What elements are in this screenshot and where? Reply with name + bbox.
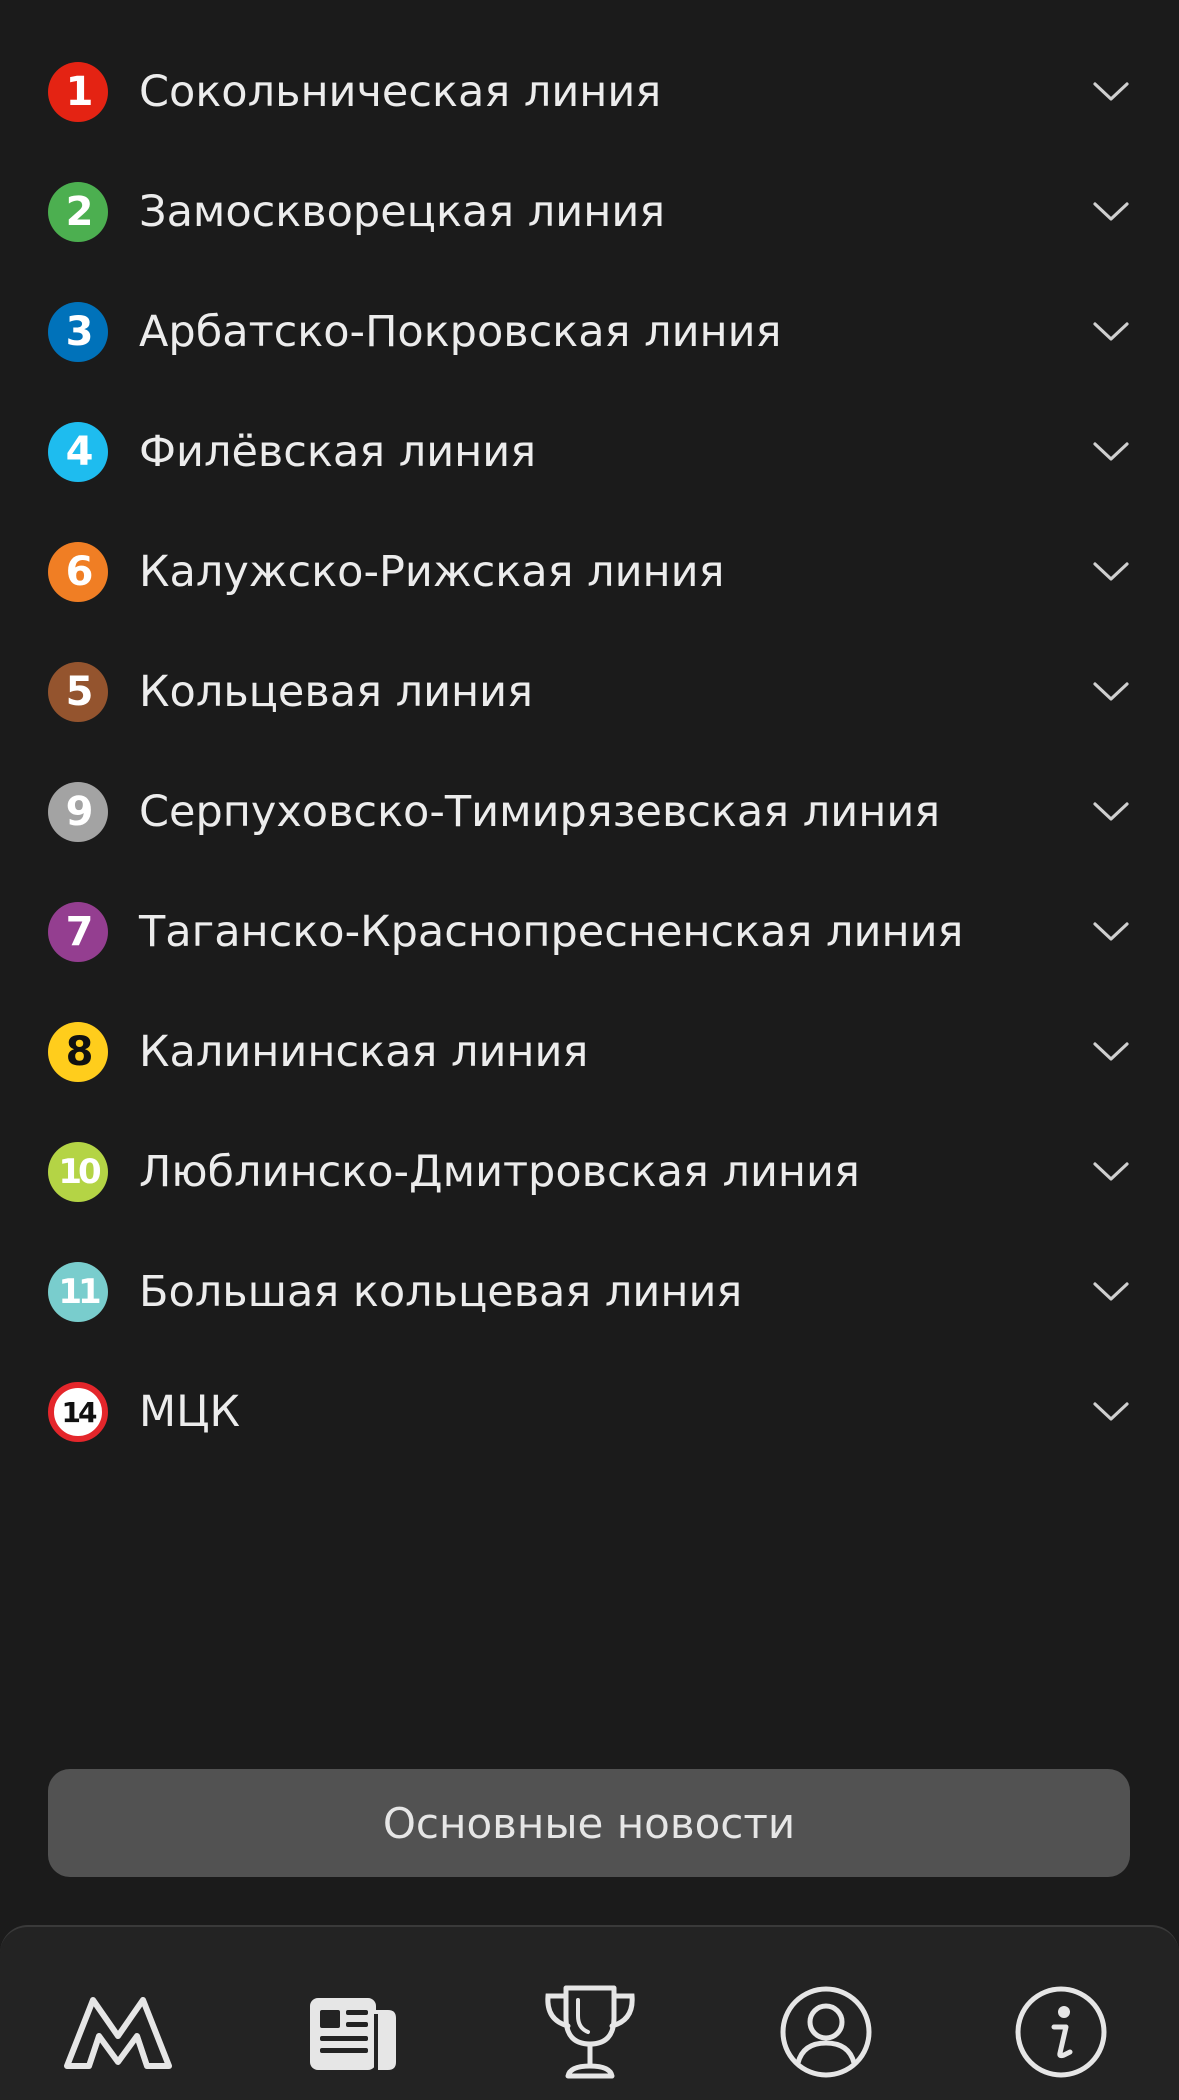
line-number-badge: 6: [48, 542, 108, 602]
tab-info[interactable]: [1006, 1977, 1116, 2087]
line-name: Большая кольцевая линия: [139, 1267, 743, 1317]
info-icon: [1014, 1985, 1108, 2079]
line-name: Калининская линия: [139, 1027, 589, 1077]
tab-achievements[interactable]: [535, 1977, 645, 2087]
line-row-11[interactable]: 11 Большая кольцевая линия: [0, 1232, 1179, 1352]
line-row-4[interactable]: 4 Филёвская линия: [0, 392, 1179, 512]
line-row-10[interactable]: 10 Люблинско-Дмитровская линия: [0, 1112, 1179, 1232]
line-row-3[interactable]: 3 Арбатско-Покровская линия: [0, 272, 1179, 392]
line-name: Арбатско-Покровская линия: [139, 307, 782, 357]
line-name: Люблинско-Дмитровская линия: [139, 1147, 860, 1197]
chevron-down-icon[interactable]: [1092, 681, 1130, 703]
line-name: Замоскворецкая линия: [139, 187, 666, 237]
newspaper-icon: [308, 1992, 398, 2072]
line-row-8[interactable]: 8 Калининская линия: [0, 992, 1179, 1112]
line-name: Кольцевая линия: [139, 667, 533, 717]
line-name: Серпуховско-Тимирязевская линия: [139, 787, 941, 837]
line-name: Таганско-Краснопресненская линия: [139, 907, 964, 957]
line-number-badge: 8: [48, 1022, 108, 1082]
tab-metro[interactable]: [63, 1977, 173, 2087]
chevron-down-icon[interactable]: [1092, 1041, 1130, 1063]
line-row-2[interactable]: 2 Замоскворецкая линия: [0, 152, 1179, 272]
chevron-down-icon[interactable]: [1092, 561, 1130, 583]
tab-news[interactable]: [298, 1977, 408, 2087]
line-number-badge: 4: [48, 422, 108, 482]
line-name: Филёвская линия: [139, 427, 537, 477]
chevron-down-icon[interactable]: [1092, 1281, 1130, 1303]
chevron-down-icon[interactable]: [1092, 201, 1130, 223]
chevron-down-icon[interactable]: [1092, 321, 1130, 343]
line-name: МЦК: [139, 1387, 241, 1437]
line-row-9[interactable]: 9 Серпуховско-Тимирязевская линия: [0, 752, 1179, 872]
line-name: Калужско-Рижская линия: [139, 547, 725, 597]
line-row-7[interactable]: 7 Таганско-Краснопресненская линия: [0, 872, 1179, 992]
line-number-badge: 14: [48, 1382, 108, 1442]
line-row-14-mck[interactable]: 14 МЦК: [0, 1352, 1179, 1472]
line-row-5[interactable]: 5 Кольцевая линия: [0, 632, 1179, 752]
metro-logo-icon: [63, 1992, 173, 2072]
chevron-down-icon[interactable]: [1092, 1161, 1130, 1183]
line-number-badge: 2: [48, 182, 108, 242]
trophy-icon: [540, 1982, 640, 2082]
line-number-badge: 1: [48, 62, 108, 122]
main-news-button[interactable]: Основные новости: [48, 1769, 1130, 1877]
line-number-badge: 3: [48, 302, 108, 362]
line-name: Сокольническая линия: [139, 67, 662, 117]
line-number-badge: 5: [48, 662, 108, 722]
chevron-down-icon[interactable]: [1092, 801, 1130, 823]
line-row-6[interactable]: 6 Калужско-Рижская линия: [0, 512, 1179, 632]
chevron-down-icon[interactable]: [1092, 921, 1130, 943]
chevron-down-icon[interactable]: [1092, 81, 1130, 103]
line-number-badge: 11: [48, 1262, 108, 1322]
bottom-tab-bar: [0, 1925, 1179, 2100]
chevron-down-icon[interactable]: [1092, 441, 1130, 463]
line-row-1[interactable]: 1 Сокольническая линия: [0, 32, 1179, 152]
line-number-badge: 7: [48, 902, 108, 962]
chevron-down-icon[interactable]: [1092, 1401, 1130, 1423]
tab-profile[interactable]: [771, 1977, 881, 2087]
line-number-badge: 9: [48, 782, 108, 842]
line-number-badge: 10: [48, 1142, 108, 1202]
profile-icon: [779, 1985, 873, 2079]
